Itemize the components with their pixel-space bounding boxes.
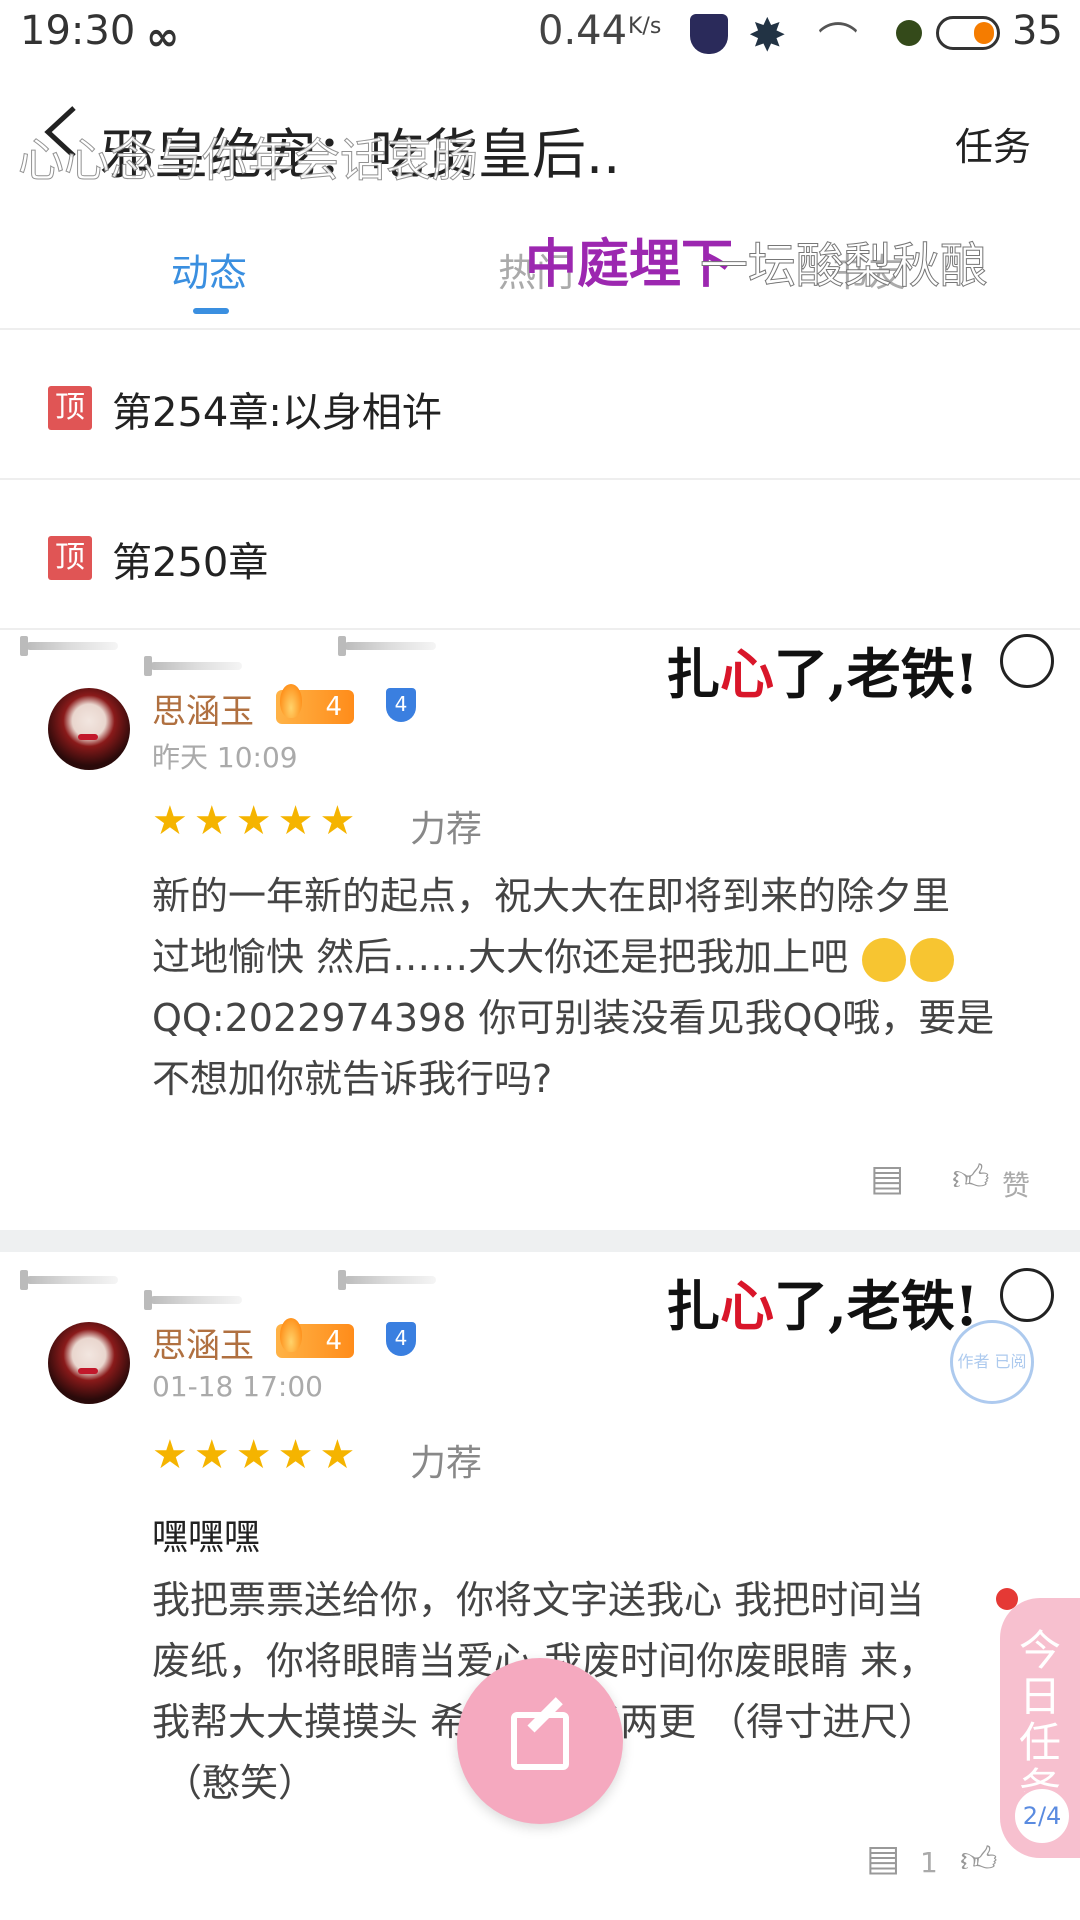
comment-line-text: 过地愉快 然后……大大你还是把我加上吧 bbox=[152, 935, 849, 979]
comment-count[interactable]: 1 bbox=[920, 1846, 938, 1879]
crying-emoji-icon bbox=[910, 937, 955, 982]
decor-sword bbox=[144, 1290, 242, 1310]
rating-stars: ★★★★★ bbox=[152, 798, 362, 844]
pin-badge: 顶 bbox=[48, 536, 92, 580]
fan-level-badge: 4 bbox=[276, 684, 354, 724]
header: 邪皇绝宠：吃货皇后.. 心心念与你年会话衷肠 任务 bbox=[0, 72, 1080, 202]
like-icon[interactable]: 👍︎ bbox=[960, 1838, 998, 1882]
comment-icon[interactable]: ▤ bbox=[870, 1158, 904, 1199]
status-time: 19:30 bbox=[20, 8, 136, 54]
vip-shield-icon: 4 bbox=[386, 688, 416, 722]
comment-icon[interactable]: ▤ bbox=[866, 1838, 900, 1879]
daily-task-progress: 2/4 bbox=[1012, 1786, 1072, 1846]
notification-dot bbox=[996, 1588, 1018, 1610]
pinned-item[interactable]: 顶 第250章 bbox=[0, 480, 1080, 630]
edit-icon bbox=[511, 1712, 569, 1770]
fan-level-badge: 4 bbox=[276, 1318, 354, 1358]
rating-label: 力荐 bbox=[410, 809, 483, 850]
pinned-item[interactable]: 顶 第254章:以身相许 bbox=[0, 330, 1080, 480]
banner-text: 扎心了,老铁! bbox=[666, 642, 979, 706]
decor-sword bbox=[20, 636, 118, 656]
rating-stars: ★★★★★ bbox=[152, 1432, 362, 1478]
author-read-stamp: 作者 已阅 bbox=[950, 1320, 1034, 1404]
like-icon[interactable]: 👍︎ bbox=[952, 1156, 990, 1200]
pin-badge: 顶 bbox=[48, 386, 92, 430]
app-icon-star: ✸ bbox=[748, 8, 787, 62]
app-icon-arc: ⌒ bbox=[818, 20, 858, 66]
like-label[interactable]: 赞 bbox=[1002, 1164, 1030, 1204]
battery-level: 35 bbox=[1012, 8, 1063, 54]
decor-sword bbox=[338, 636, 436, 656]
rating-label: 力荐 bbox=[410, 1443, 483, 1484]
loop-icon: ∞ bbox=[146, 14, 180, 60]
avatar[interactable] bbox=[48, 1322, 130, 1404]
write-post-button[interactable] bbox=[457, 1658, 623, 1824]
crying-face-icon bbox=[1000, 1268, 1054, 1322]
app-icon-shield bbox=[690, 14, 728, 54]
avatar[interactable] bbox=[48, 688, 130, 770]
network-unit: K/s bbox=[628, 14, 662, 39]
decor-sword bbox=[338, 1270, 436, 1290]
comment-title: 嘿嘿嘿 bbox=[152, 1517, 261, 1558]
battery-icon bbox=[936, 16, 1000, 50]
comment-card[interactable]: 扎心了,老铁! 思涵玉 4 4 昨天 10:09 ★★★★★ 力荐 新的一年新的… bbox=[0, 630, 1080, 1230]
crying-emoji-icon bbox=[862, 937, 907, 982]
task-button[interactable]: 任务 bbox=[955, 116, 1031, 171]
banner-text: 扎心了,老铁! bbox=[666, 1274, 979, 1338]
username[interactable]: 思涵玉 bbox=[152, 1318, 254, 1367]
comment-line: 不想加你就告诉我行吗? bbox=[152, 1057, 553, 1101]
comment-body: 新的一年新的起点，祝大大在即将到来的除夕里 过地愉快 然后……大大你还是把我加上… bbox=[152, 866, 1032, 1110]
post-time: 昨天 10:09 bbox=[152, 741, 298, 774]
decor-banner: 扎心了,老铁! bbox=[666, 630, 979, 709]
comment-line: QQ:2022974398 你可别装没看见我QQ哦，要是 bbox=[152, 996, 995, 1040]
pinned-title: 第254章:以身相许 bbox=[112, 390, 442, 436]
status-bar: 19:30 ∞ 0.44 K/s ✸ ⌒ 35 bbox=[0, 0, 1080, 72]
app-icon-dot bbox=[896, 20, 922, 46]
crying-face-icon bbox=[1000, 634, 1054, 688]
tab-bar: 动态 热门 书友 中庭埋下 一坛酸梨秋酿 bbox=[0, 202, 1080, 330]
danmaku-comment: 一坛酸梨秋酿 bbox=[699, 238, 989, 295]
pinned-title: 第250章 bbox=[112, 540, 269, 586]
tab-dynamic[interactable]: 动态 bbox=[171, 242, 247, 297]
decor-sword bbox=[20, 1270, 118, 1290]
tab-indicator bbox=[193, 308, 229, 314]
divider bbox=[0, 1230, 1080, 1252]
vip-shield-icon: 4 bbox=[386, 1322, 416, 1356]
comment-line: 我把票票送给你，你将文字送我心 我把时间当 bbox=[152, 1578, 925, 1622]
comment-line: 过地愉快 然后……大大你还是把我加上吧 bbox=[152, 927, 1032, 988]
decor-banner: 扎心了,老铁! bbox=[666, 1262, 979, 1341]
comment-line: 新的一年新的起点，祝大大在即将到来的除夕里 bbox=[152, 874, 951, 918]
daily-task-label: 今日任务 bbox=[1018, 1626, 1061, 1812]
daily-task-widget[interactable]: 今日任务 2/4 bbox=[996, 1588, 1080, 1858]
network-speed: 0.44 bbox=[538, 8, 628, 54]
decor-sword bbox=[144, 656, 242, 676]
danmaku-comment: 心心念与你年会话衷肠 bbox=[18, 133, 479, 188]
username[interactable]: 思涵玉 bbox=[152, 684, 254, 733]
post-time: 01-18 17:00 bbox=[152, 1370, 323, 1403]
